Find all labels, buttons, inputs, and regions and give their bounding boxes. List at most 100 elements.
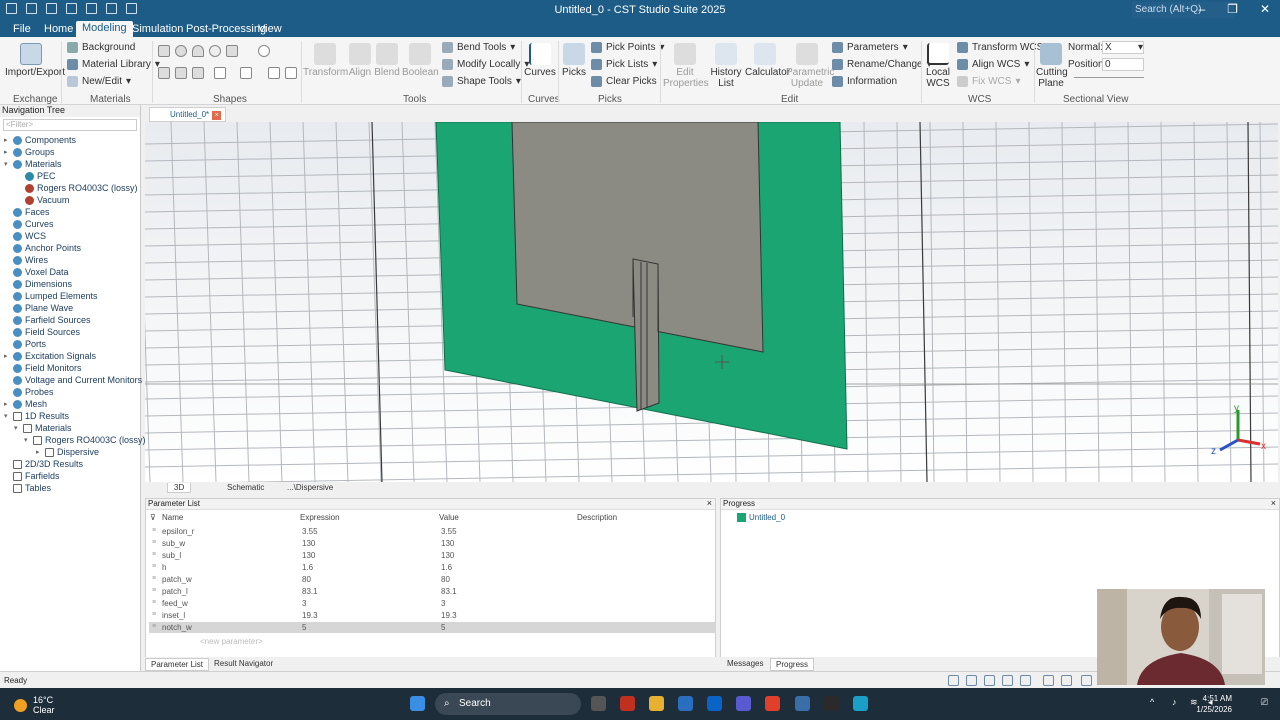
feed-line[interactable]	[632, 258, 660, 412]
rename-change-button[interactable]: Rename/Change▾	[832, 59, 932, 70]
param-name[interactable]: inset_l	[162, 611, 185, 620]
tab-home[interactable]: Home	[38, 22, 79, 36]
tree-filter-input[interactable]: <Filter>	[3, 119, 137, 131]
table-row[interactable]: ≡ inset_l 19.3 19.3	[149, 610, 716, 621]
param-name[interactable]: h	[162, 563, 166, 572]
sweep-icon[interactable]	[175, 67, 187, 79]
tree-item-field-sources[interactable]: Field Sources	[4, 327, 80, 337]
tab-file[interactable]: File	[7, 22, 37, 36]
tab-messages[interactable]: Messages	[722, 658, 768, 669]
param-value[interactable]: 80	[441, 575, 450, 584]
bend-tools-button[interactable]: Bend Tools ▾	[442, 42, 515, 53]
tree-item-1d-results[interactable]: ▾ 1D Results	[4, 411, 69, 421]
clock[interactable]: 4:51 AM 1/25/2026	[1196, 693, 1232, 715]
view-tab-3d[interactable]: 3D	[167, 483, 192, 493]
chatgpt-icon[interactable]	[824, 696, 839, 711]
face-extrude-icon[interactable]	[214, 67, 226, 79]
transform-button[interactable]: Transform	[303, 43, 348, 78]
history-list-button[interactable]: History List	[708, 43, 744, 89]
cst-icon[interactable]	[795, 696, 810, 711]
document-tab[interactable]: Untitled_0* ×	[149, 107, 227, 122]
position-slider[interactable]	[1074, 77, 1144, 78]
tab-progress[interactable]: Progress	[770, 658, 815, 671]
param-value[interactable]: 3	[441, 599, 445, 608]
3d-viewport[interactable]: y x z	[145, 122, 1278, 482]
position-input[interactable]: 0	[1102, 58, 1144, 71]
filter-icon[interactable]: ⊽	[150, 513, 156, 522]
background-button[interactable]: Background	[67, 42, 135, 53]
tree-item-field-monitors[interactable]: Field Monitors	[4, 363, 82, 373]
align-wcs-button[interactable]: Align WCS ▾	[957, 59, 1029, 70]
param-name[interactable]: sub_w	[162, 539, 185, 548]
microphone-icon[interactable]: ♪	[1172, 697, 1177, 707]
start-icon[interactable]	[410, 696, 425, 711]
param-expression[interactable]: 3.55	[302, 527, 318, 536]
tree-item-lumped-elements[interactable]: Lumped Elements	[4, 291, 98, 301]
param-value[interactable]: 1.6	[441, 563, 452, 572]
file-explorer-icon[interactable]	[649, 696, 664, 711]
pan-icon[interactable]	[966, 675, 977, 686]
tab-parameter-list[interactable]: Parameter List	[145, 658, 210, 671]
pick-points-button[interactable]: Pick Points ▾	[591, 42, 665, 53]
search-icon[interactable]	[1043, 675, 1054, 686]
close-icon[interactable]: ×	[707, 498, 712, 508]
tree-item-dimensions[interactable]: Dimensions	[4, 279, 72, 289]
col-value[interactable]: Value	[439, 513, 459, 522]
boolean-button[interactable]: Boolean	[402, 43, 439, 78]
close-icon[interactable]: ×	[1271, 498, 1276, 508]
taskbar-search[interactable]: ⌕ Search	[435, 693, 581, 715]
blend-button[interactable]: Blend	[373, 43, 401, 78]
align-button[interactable]: Align	[346, 43, 374, 78]
param-expression[interactable]: 3	[302, 599, 306, 608]
notification-icon[interactable]: ⎚	[1261, 697, 1268, 708]
brick-icon[interactable]	[158, 45, 170, 57]
edge-icon[interactable]	[853, 696, 868, 711]
new-edit-button[interactable]: New/Edit ▾	[67, 76, 131, 87]
param-name[interactable]: sub_l	[162, 551, 181, 560]
fix-wcs-button[interactable]: Fix WCS ▾	[957, 76, 1020, 87]
rotate-view-icon[interactable]	[984, 675, 995, 686]
tray-chevron-icon[interactable]: ^	[1150, 697, 1154, 707]
tree-item-dispersive[interactable]: ▸ Dispersive	[36, 447, 99, 457]
tree-item-1d-rogers[interactable]: ▾ Rogers RO4003C (lossy)	[24, 435, 146, 445]
param-expression[interactable]: 80	[302, 575, 311, 584]
tree-item-plane-wave[interactable]: Plane Wave	[4, 303, 73, 313]
parametric-update-button[interactable]: Parametric Update	[786, 43, 834, 89]
close-tab-icon[interactable]: ×	[212, 111, 222, 120]
calculator-button[interactable]: Calculator	[745, 43, 790, 78]
material-library-button[interactable]: Material Library ▾	[67, 59, 160, 70]
tree-item-voxel-data[interactable]: Voxel Data	[4, 267, 69, 277]
settings-icon[interactable]	[1081, 675, 1092, 686]
tree-item-wcs[interactable]: WCS	[4, 231, 46, 241]
spline-icon[interactable]	[268, 67, 280, 79]
tree-item-farfield-sources[interactable]: Farfield Sources	[4, 315, 91, 325]
tree-item-probes[interactable]: Probes	[4, 387, 54, 397]
table-row[interactable]: ≡ notch_w 5 5	[149, 622, 716, 633]
table-row[interactable]: ≡ sub_w 130 130	[149, 538, 716, 549]
tree-item-1d-materials[interactable]: ▾ Materials	[14, 423, 72, 433]
maximize-icon[interactable]: ❐	[1227, 2, 1238, 16]
tree-item-mesh[interactable]: ▸ Mesh	[4, 399, 47, 409]
param-value[interactable]: 19.3	[441, 611, 457, 620]
param-expression[interactable]: 83.1	[302, 587, 318, 596]
param-name[interactable]: epsilon_r	[162, 527, 194, 536]
table-row[interactable]: ≡ h 1.6 1.6	[149, 562, 716, 573]
transform-wcs-button[interactable]: Transform WCS	[957, 42, 1043, 53]
table-row[interactable]: ≡ feed_w 3 3	[149, 598, 716, 609]
trace-icon[interactable]	[240, 67, 252, 79]
param-value[interactable]: 3.55	[441, 527, 457, 536]
curves-button[interactable]: Curves	[524, 43, 556, 78]
tree-item-tables[interactable]: Tables	[4, 483, 51, 493]
progress-item[interactable]: Untitled_0	[737, 513, 785, 522]
tree-item-farfields[interactable]: Farfields	[4, 471, 60, 481]
view-tab-dispersive[interactable]: ...\Dispersive	[281, 483, 339, 492]
zoom-box-icon[interactable]	[1002, 675, 1013, 686]
sphere-icon[interactable]	[175, 45, 187, 57]
extrude-icon[interactable]	[158, 67, 170, 79]
col-description[interactable]: Description	[577, 513, 617, 522]
tree-item-materials[interactable]: ▾ Materials	[4, 159, 62, 169]
store-icon[interactable]	[678, 696, 693, 711]
loft-icon[interactable]	[192, 67, 204, 79]
tree-item-2d3d-results[interactable]: 2D/3D Results	[4, 459, 83, 469]
tree-item-wires[interactable]: Wires	[4, 255, 48, 265]
